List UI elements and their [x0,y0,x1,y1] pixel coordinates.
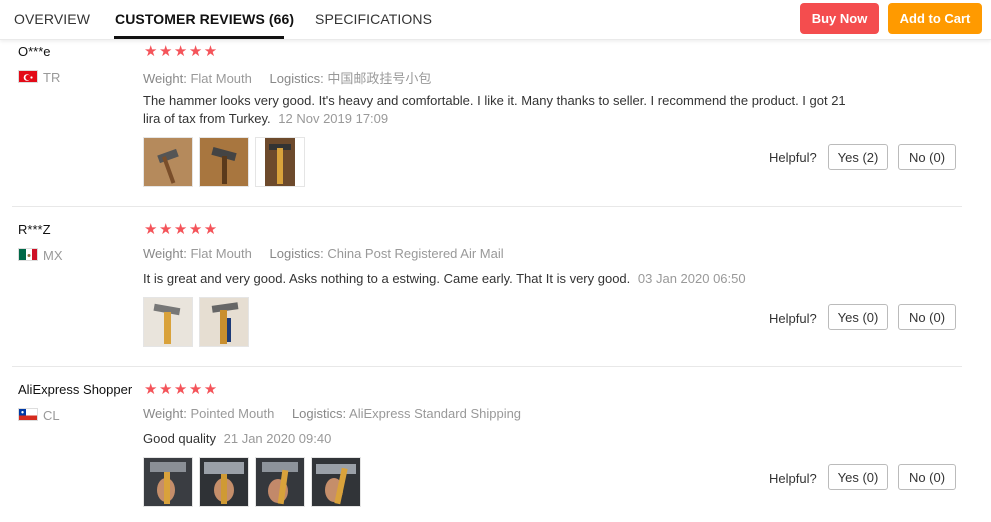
helpful-label: Helpful? [769,311,817,326]
review-date: 03 Jan 2020 06:50 [637,271,746,286]
flag-turkey-icon [18,70,38,83]
reviewer-name: R***Z [18,222,51,237]
review-photo-thumbnail[interactable] [143,457,193,507]
rating-stars: ★★★★★ [144,43,219,60]
review-photo-thumbnail[interactable] [255,457,305,507]
review-date: 12 Nov 2019 17:09 [278,111,389,126]
review-body: The hammer looks very good. It's heavy a… [143,93,846,126]
active-tab-indicator [114,36,284,39]
weight-label: Weight: [143,71,187,86]
flag-mexico-icon [18,248,38,261]
reviewer-country: CL [43,408,60,423]
product-tab-bar: OVERVIEW CUSTOMER REVIEWS (66) SPECIFICA… [0,0,991,40]
flag-chile-icon [18,408,38,421]
tab-overview[interactable]: OVERVIEW [14,11,90,27]
review-photo-thumbnail[interactable] [311,457,361,507]
weight-value: Flat Mouth [190,246,252,261]
review-photo-thumbnail[interactable] [199,457,249,507]
helpful-yes-button[interactable]: Yes (2) [828,144,888,170]
review-text: It is great and very good. Asks nothing … [143,270,848,288]
rating-stars: ★★★★★ [144,221,219,238]
review-photos [143,137,305,187]
weight-value: Flat Mouth [190,71,252,86]
review-divider [12,206,962,207]
add-to-cart-button[interactable]: Add to Cart [888,3,982,34]
weight-label: Weight: [143,406,187,421]
reviewer-country: TR [43,70,61,85]
logistics-label: Logistics: [269,71,324,86]
review-photo-thumbnail[interactable] [199,137,249,187]
review-photos [143,457,361,507]
review-photo-thumbnail[interactable] [143,297,193,347]
helpful-no-button[interactable]: No (0) [898,464,956,490]
logistics-value: AliExpress Standard Shipping [349,406,522,421]
helpful-label: Helpful? [769,150,817,165]
review-attributes: Weight: Flat Mouth Logistics: 中国邮政挂号小包 [143,68,431,87]
review-date: 21 Jan 2020 09:40 [223,431,332,446]
review-body: Good quality [143,431,216,446]
reviewer-country: MX [43,248,63,263]
helpful-label: Helpful? [769,471,817,486]
review-photo-thumbnail[interactable] [255,137,305,187]
review-body: It is great and very good. Asks nothing … [143,271,631,286]
helpful-yes-button[interactable]: Yes (0) [828,464,888,490]
helpful-no-button[interactable]: No (0) [898,304,956,330]
weight-label: Weight: [143,246,187,261]
buy-now-button[interactable]: Buy Now [800,3,879,34]
review-photo-thumbnail[interactable] [143,137,193,187]
weight-value: Pointed Mouth [190,406,275,421]
review-photo-thumbnail[interactable] [199,297,249,347]
logistics-value: 中国邮政挂号小包 [327,71,432,86]
rating-stars: ★★★★★ [144,381,219,398]
tab-customer-reviews[interactable]: CUSTOMER REVIEWS (66) [115,11,294,27]
review-attributes: Weight: Flat Mouth Logistics: China Post… [143,246,504,261]
helpful-no-button[interactable]: No (0) [898,144,956,170]
review-text: The hammer looks very good. It's heavy a… [143,92,848,128]
logistics-label: Logistics: [269,246,324,261]
review-attributes: Weight: Pointed Mouth Logistics: AliExpr… [143,406,521,421]
logistics-value: China Post Registered Air Mail [327,246,504,261]
logistics-label: Logistics: [291,406,347,421]
review-text: Good quality 21 Jan 2020 09:40 [143,430,848,448]
helpful-yes-button[interactable]: Yes (0) [828,304,888,330]
reviewer-name: AliExpress Shopper [18,382,133,397]
review-divider [12,366,962,367]
review-photos [143,297,249,347]
tab-specifications[interactable]: SPECIFICATIONS [315,11,432,27]
reviewer-name: O***e [18,44,51,59]
